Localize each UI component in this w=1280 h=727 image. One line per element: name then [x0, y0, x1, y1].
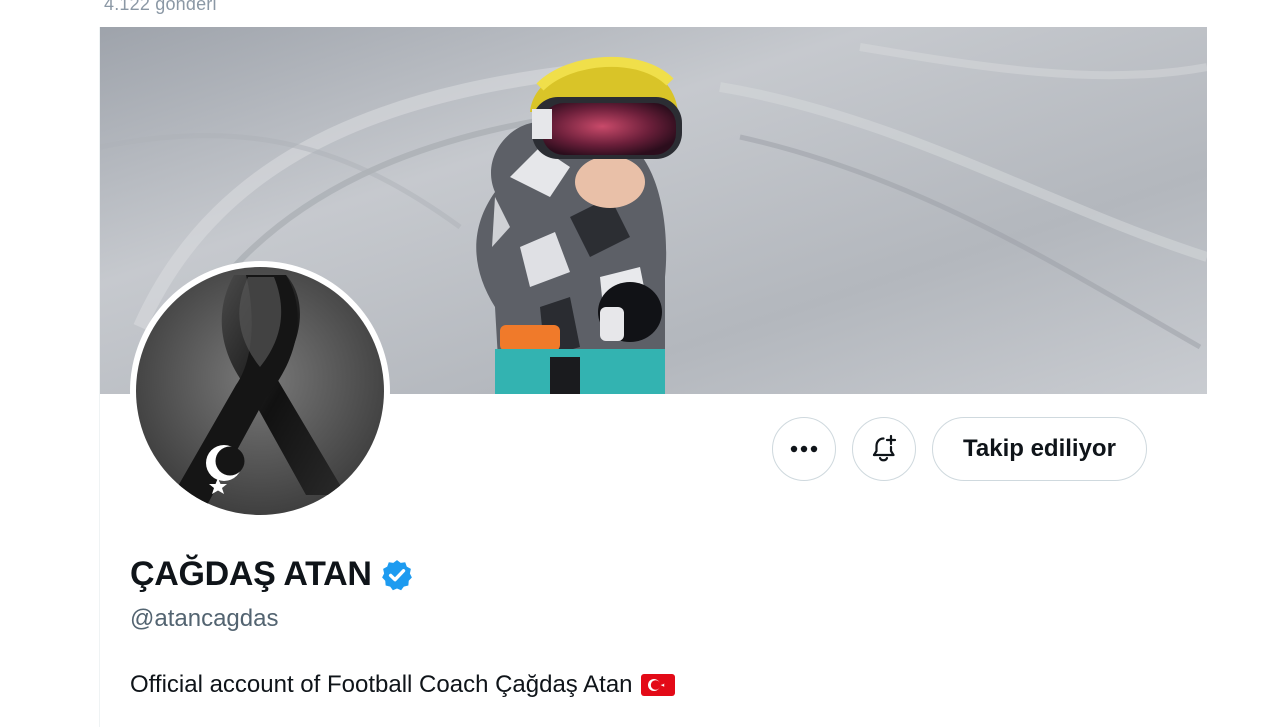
more-options-button[interactable]: [772, 417, 836, 481]
profile-bio: Official account of Football Coach Çağda…: [130, 671, 675, 699]
profile-header: Takip ediliyor ÇAĞDAŞ ATAN @atancagdas O…: [99, 27, 1207, 727]
profile-avatar[interactable]: [130, 261, 390, 521]
turkey-flag-icon: [640, 674, 675, 696]
profile-handle: @atancagdas: [130, 605, 279, 632]
name-row: ÇAĞDAŞ ATAN: [130, 555, 414, 594]
bell-plus-icon: [872, 434, 897, 462]
bio-text: Official account of Football Coach Çağda…: [130, 671, 633, 698]
display-name: ÇAĞDAŞ ATAN: [130, 555, 372, 593]
verified-badge-icon[interactable]: [380, 558, 414, 592]
following-button[interactable]: Takip ediliyor: [932, 417, 1147, 481]
notifications-button[interactable]: [852, 417, 916, 481]
avatar-image: [136, 267, 384, 515]
post-count: 4.122 gönderi: [104, 0, 217, 14]
more-icon: [790, 445, 818, 453]
profile-actions: Takip ediliyor: [772, 417, 1147, 481]
